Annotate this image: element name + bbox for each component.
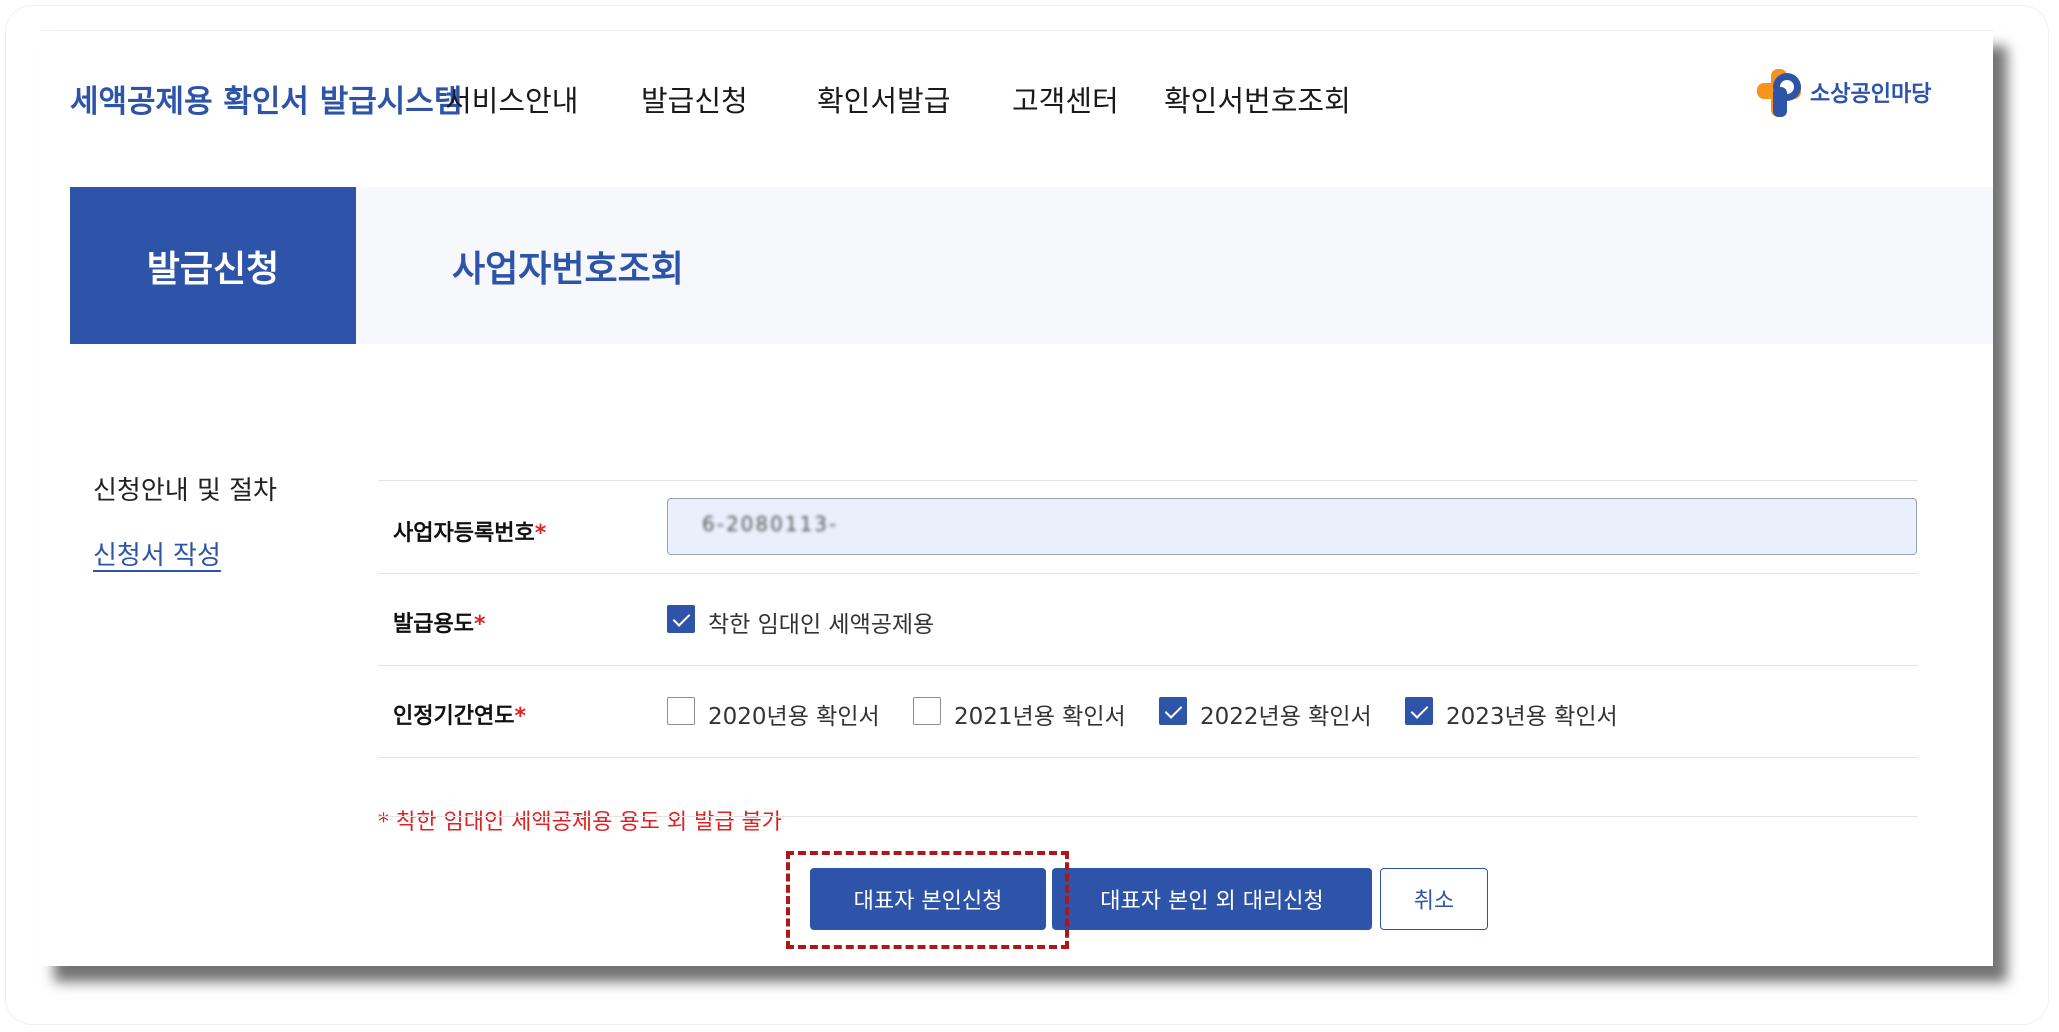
business-number-value: 6-2080113-	[702, 512, 839, 536]
nav-apply[interactable]: 발급신청	[641, 78, 748, 120]
year-2021-label: 2021년용 확인서	[954, 704, 1126, 730]
year-2022-label: 2022년용 확인서	[1200, 704, 1372, 730]
year-2020-checkbox[interactable]	[667, 697, 695, 725]
form-divider	[378, 480, 1918, 481]
top-divider	[40, 30, 1993, 31]
year-2023-label: 2023년용 확인서	[1446, 704, 1618, 730]
nav-customer-center[interactable]: 고객센터	[1012, 78, 1119, 120]
side-item-guide[interactable]: 신청안내 및 절차	[93, 470, 277, 507]
form-divider	[378, 665, 1918, 666]
nav-service-info[interactable]: 서비스안내	[445, 78, 578, 120]
highlight-annotation	[786, 851, 1069, 949]
year-2023-checkbox[interactable]	[1405, 697, 1433, 725]
year-2022-checkbox[interactable]	[1159, 697, 1187, 725]
years-label: 인정기간연도*	[393, 704, 526, 729]
tab-band: 발급신청 사업자번호조회	[70, 187, 1993, 344]
form-divider	[378, 816, 1918, 817]
tab-business-number-lookup[interactable]: 사업자번호조회	[452, 187, 684, 344]
tab-apply[interactable]: 발급신청	[70, 187, 356, 344]
nav-certificate-issue[interactable]: 확인서발급	[817, 78, 950, 120]
purpose-label: 발급용도*	[393, 612, 486, 637]
page-panel: 세액공제용 확인서 발급시스템 서비스안내 발급신청 확인서발급 고객센터 확인…	[40, 30, 1993, 966]
purpose-option-label: 착한 임대인 세액공제용	[708, 612, 935, 638]
side-item-application-form[interactable]: 신청서 작성	[93, 535, 221, 572]
year-2020-label: 2020년용 확인서	[708, 704, 880, 730]
nav-certificate-lookup[interactable]: 확인서번호조회	[1164, 78, 1351, 120]
business-number-input[interactable]: 6-2080113-	[667, 498, 1917, 555]
cancel-button[interactable]: 취소	[1380, 868, 1488, 930]
year-2021-checkbox[interactable]	[913, 697, 941, 725]
issue-notice: * 착한 임대인 세액공제용 용도 외 발급 불가	[378, 810, 783, 835]
form-divider	[378, 573, 1918, 574]
purpose-checkbox[interactable]	[667, 605, 695, 633]
form-divider	[378, 757, 1918, 758]
proxy-apply-button[interactable]: 대표자 본인 외 대리신청	[1052, 868, 1372, 930]
logo-plus-icon	[1757, 69, 1801, 117]
logo-text: 소상공인마당	[1810, 82, 1932, 107]
business-number-label: 사업자등록번호*	[393, 521, 547, 546]
sosang-madang-logo[interactable]: 소상공인마당	[1757, 67, 1957, 123]
site-title[interactable]: 세액공제용 확인서 발급시스템	[70, 76, 462, 121]
